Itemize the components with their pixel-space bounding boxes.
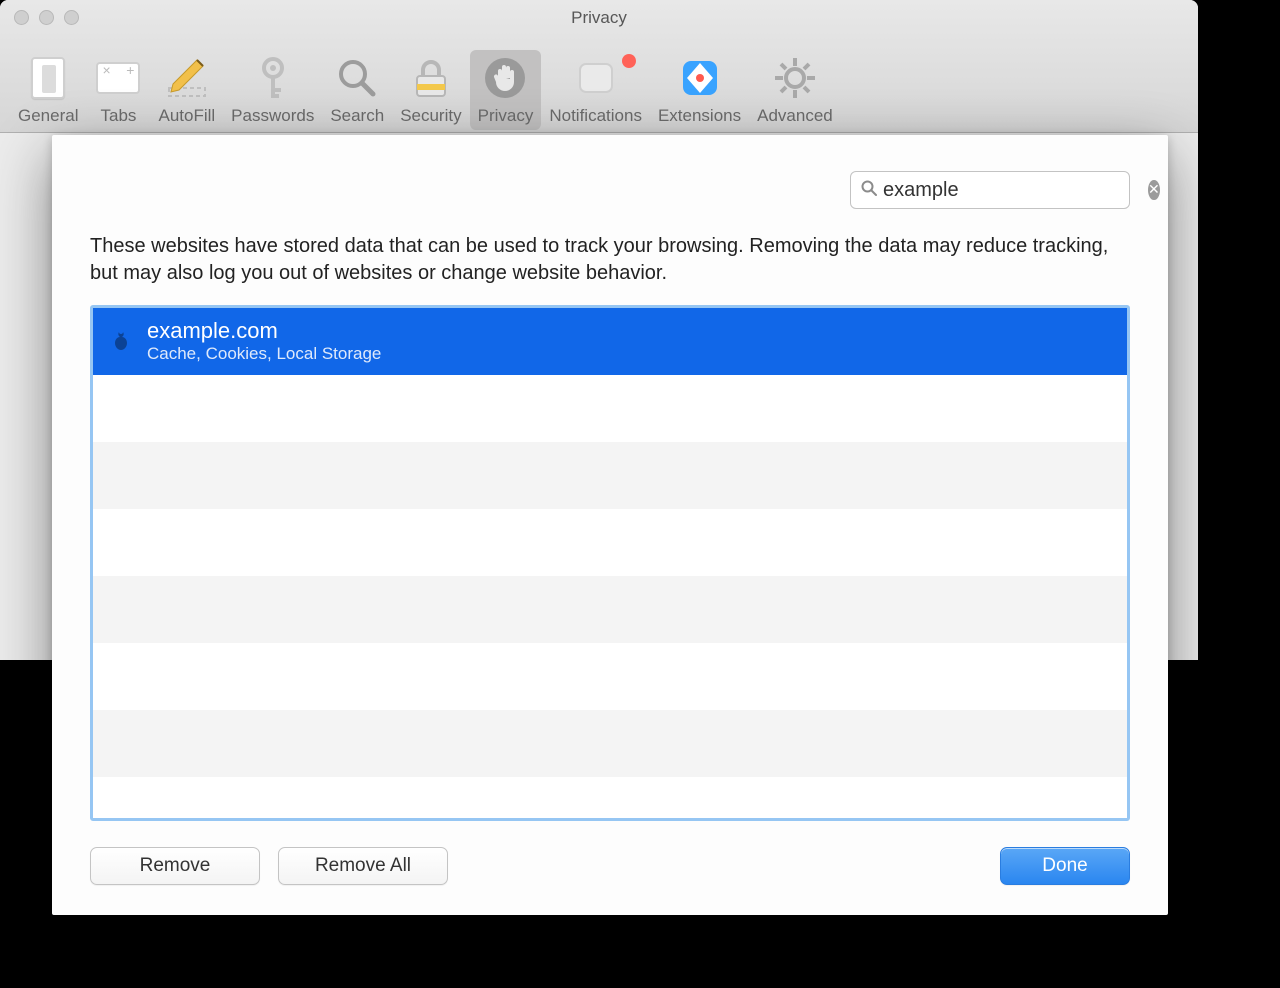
tab-label: Notifications: [549, 106, 642, 126]
website-detail: Cache, Cookies, Local Storage: [147, 344, 381, 364]
tab-general[interactable]: General: [10, 50, 86, 130]
tab-passwords[interactable]: Passwords: [223, 50, 322, 130]
remove-button[interactable]: Remove: [90, 847, 260, 885]
window-title: Privacy: [0, 8, 1198, 28]
switch-icon: [24, 54, 72, 102]
notification-badge-icon: [622, 54, 636, 68]
tab-tabs[interactable]: Tabs: [86, 50, 150, 130]
empty-row: [93, 643, 1127, 710]
tab-autofill[interactable]: AutoFill: [150, 50, 223, 130]
tab-search[interactable]: Search: [322, 50, 392, 130]
puzzle-icon: [676, 54, 724, 102]
sheet-buttons: Remove Remove All Done: [90, 847, 1130, 885]
website-data-sheet: ✕ These websites have stored data that c…: [52, 135, 1168, 915]
tab-privacy[interactable]: Privacy: [470, 50, 542, 130]
pencil-icon: [163, 54, 211, 102]
tab-advanced[interactable]: Advanced: [749, 50, 841, 130]
key-icon: [249, 54, 297, 102]
search-field[interactable]: ✕: [850, 171, 1130, 209]
tab-label: Security: [400, 106, 461, 126]
tab-extensions[interactable]: Extensions: [650, 50, 749, 130]
website-domain: example.com: [147, 319, 381, 343]
website-row[interactable]: example.com Cache, Cookies, Local Storag…: [93, 308, 1127, 375]
empty-row: [93, 442, 1127, 509]
empty-row: [93, 509, 1127, 576]
gear-icon: [771, 54, 819, 102]
search-input[interactable]: [883, 179, 1148, 202]
empty-row: [93, 375, 1127, 442]
tab-label: Privacy: [478, 106, 534, 126]
empty-row: [93, 710, 1127, 777]
tabs-icon: [94, 54, 142, 102]
tab-notifications[interactable]: Notifications: [541, 50, 650, 130]
done-button[interactable]: Done: [1000, 847, 1130, 885]
tab-label: Extensions: [658, 106, 741, 126]
tab-label: Advanced: [757, 106, 833, 126]
tab-label: Passwords: [231, 106, 314, 126]
tab-security[interactable]: Security: [392, 50, 469, 130]
tab-label: Tabs: [101, 106, 137, 126]
notification-icon: [572, 54, 620, 102]
tab-label: General: [18, 106, 78, 126]
hand-icon: [481, 54, 529, 102]
site-favicon-icon: [111, 331, 133, 353]
search-icon: [861, 180, 877, 201]
clear-search-icon[interactable]: ✕: [1148, 180, 1160, 200]
preferences-toolbar: General Tabs AutoFill Passwords: [10, 50, 841, 130]
sheet-description: These websites have stored data that can…: [90, 233, 1130, 287]
magnifier-icon: [333, 54, 381, 102]
remove-all-button[interactable]: Remove All: [278, 847, 448, 885]
website-data-list[interactable]: example.com Cache, Cookies, Local Storag…: [90, 305, 1130, 821]
lock-icon: [407, 54, 455, 102]
tab-label: Search: [330, 106, 384, 126]
tab-label: AutoFill: [158, 106, 215, 126]
empty-row: [93, 576, 1127, 643]
titlebar: Privacy General Tabs AutoFill Passwor: [0, 0, 1198, 133]
